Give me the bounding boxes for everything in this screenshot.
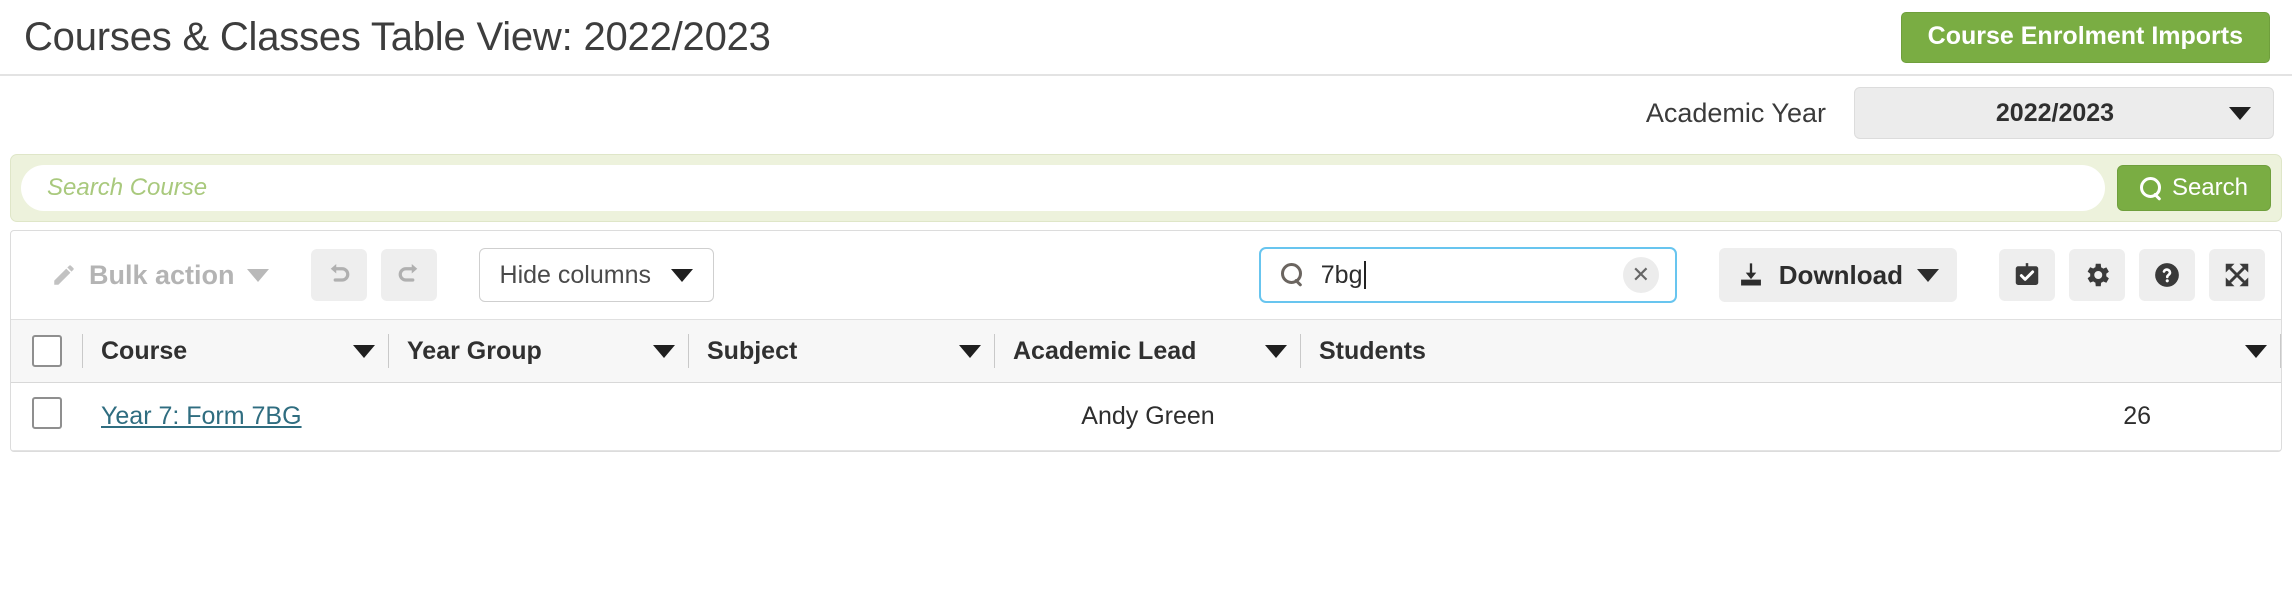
- academic-year-label: Academic Year: [1645, 97, 1826, 128]
- column-label: Academic Lead: [1013, 336, 1197, 365]
- search-icon: [1280, 263, 1305, 287]
- table-header-row: Course Year Group Subject Academic Lead …: [11, 319, 2281, 383]
- chevron-down-icon[interactable]: [353, 344, 375, 358]
- chevron-down-icon[interactable]: [653, 344, 675, 358]
- column-separator: [2280, 334, 2281, 368]
- cell-year-group: [389, 382, 689, 451]
- download-label: Download: [1778, 259, 1903, 290]
- settings-button[interactable]: [2069, 249, 2125, 301]
- undo-icon: [330, 264, 349, 282]
- cell-subject: [689, 382, 995, 451]
- redo-icon: [398, 264, 417, 282]
- cell-academic-lead: Andy Green: [995, 382, 1301, 451]
- academic-year-row: Academic Year 2022/2023: [0, 76, 2292, 150]
- chevron-down-icon: [1917, 268, 1939, 282]
- search-icon: [2139, 177, 2162, 199]
- row-checkbox[interactable]: [32, 397, 62, 429]
- search-button[interactable]: Search: [2116, 165, 2271, 211]
- bulk-action-menu[interactable]: Bulk action: [51, 260, 269, 291]
- table-header: Course Year Group Subject Academic Lead …: [11, 319, 2281, 383]
- table-body: Year 7: Form 7BG Andy Green 26: [11, 382, 2281, 451]
- column-label: Subject: [707, 336, 798, 365]
- question-mark-icon: [2155, 263, 2179, 287]
- academic-year-select[interactable]: 2022/2023: [1854, 87, 2274, 139]
- download-button[interactable]: Download: [1718, 248, 1957, 302]
- select-all-checkbox[interactable]: [32, 335, 62, 367]
- page-title: Courses & Classes Table View: 2022/2023: [24, 14, 771, 59]
- grid-search-value-wrap: 7bg: [1320, 260, 1607, 290]
- hide-columns-label: Hide columns: [499, 260, 651, 289]
- fullscreen-button[interactable]: [2209, 249, 2265, 301]
- pencil-icon: [54, 265, 74, 285]
- column-header-course[interactable]: Course: [83, 319, 389, 383]
- chevron-down-icon: [246, 268, 269, 282]
- column-header-year-group[interactable]: Year Group: [389, 319, 689, 383]
- chevron-down-icon: [2229, 106, 2251, 120]
- search-button-label: Search: [2171, 174, 2248, 201]
- select-mode-button[interactable]: [1999, 249, 2055, 301]
- chevron-down-icon: [670, 268, 693, 282]
- help-button[interactable]: [2139, 249, 2195, 301]
- select-all-header: [11, 319, 83, 383]
- undo-button[interactable]: [310, 249, 367, 301]
- row-select-cell: [11, 382, 83, 451]
- course-enrolment-imports-button[interactable]: Course Enrolment Imports: [1900, 11, 2270, 63]
- chevron-down-icon[interactable]: [959, 344, 981, 358]
- grid-search-box[interactable]: 7bg ✕: [1258, 247, 1677, 303]
- cell-students: 26: [1301, 382, 2281, 451]
- text-cursor: [1363, 260, 1366, 289]
- checkbox-check-icon: [2015, 263, 2039, 285]
- clear-search-button[interactable]: ✕: [1622, 257, 1659, 293]
- expand-arrows-icon: [2225, 263, 2249, 287]
- chevron-down-icon[interactable]: [1265, 344, 1287, 358]
- bulk-action-label: Bulk action: [89, 259, 235, 290]
- course-link[interactable]: Year 7: Form 7BG: [101, 402, 302, 430]
- grid-search-value: 7bg: [1320, 260, 1363, 289]
- academic-year-value: 2022/2023: [1995, 98, 2115, 127]
- column-label: Year Group: [407, 336, 542, 365]
- gear-icon: [2087, 263, 2109, 287]
- page-header: Courses & Classes Table View: 2022/2023 …: [0, 0, 2292, 76]
- redo-button[interactable]: [380, 249, 437, 301]
- table-card: Bulk action Hide columns 7bg ✕ Download …: [10, 230, 2282, 452]
- chevron-down-icon[interactable]: [2245, 344, 2267, 358]
- column-header-academic-lead[interactable]: Academic Lead: [995, 319, 1301, 383]
- column-label: Students: [1319, 336, 1426, 365]
- table-row[interactable]: Year 7: Form 7BG Andy Green 26: [11, 382, 2281, 451]
- cell-course: Year 7: Form 7BG: [83, 382, 389, 451]
- hide-columns-button[interactable]: Hide columns: [478, 248, 714, 302]
- grid-toolbar: Bulk action Hide columns 7bg ✕ Download: [11, 231, 2281, 319]
- course-search-panel: Search: [10, 154, 2282, 222]
- download-tray-icon: [1740, 263, 1761, 286]
- column-header-subject[interactable]: Subject: [689, 319, 995, 383]
- search-course-input[interactable]: [21, 165, 2105, 211]
- courses-table: Course Year Group Subject Academic Lead …: [11, 319, 2281, 451]
- column-header-students[interactable]: Students: [1301, 319, 2281, 383]
- column-label: Course: [101, 336, 188, 365]
